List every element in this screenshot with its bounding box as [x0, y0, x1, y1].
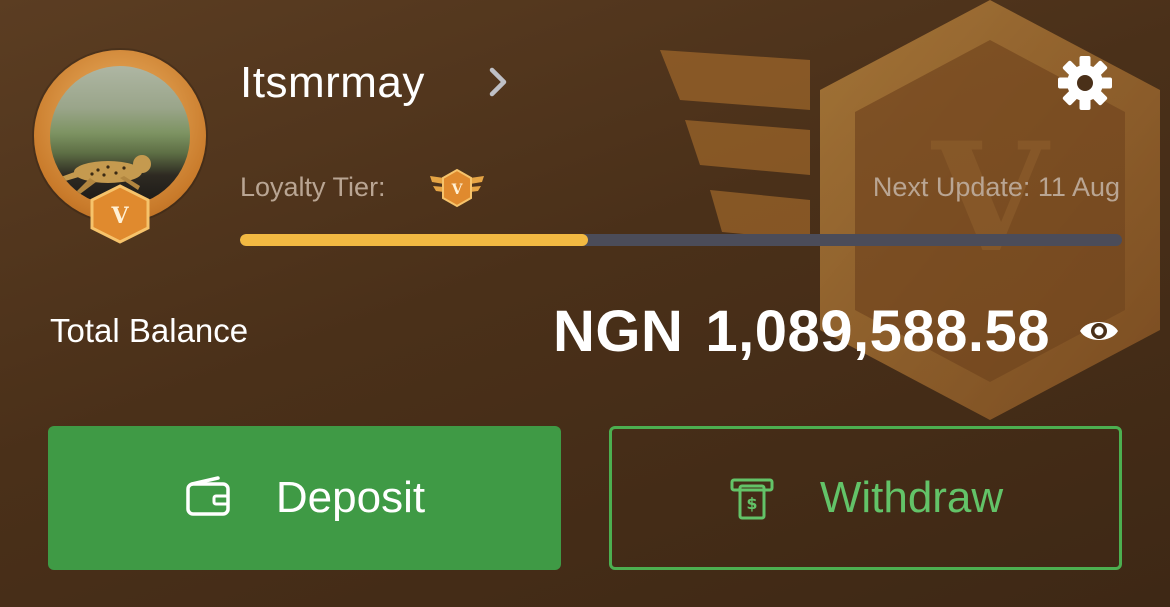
loyalty-progress-bar — [240, 234, 1122, 246]
eye-icon[interactable] — [1078, 314, 1120, 348]
chevron-right-icon[interactable] — [484, 66, 512, 98]
wallet-icon — [186, 476, 230, 516]
svg-text:V: V — [451, 182, 464, 198]
loyalty-progress-fill — [240, 234, 589, 246]
next-update-text: Next Update: 11 Aug — [872, 172, 1120, 202]
balance-amount: 1,089,588.58 — [705, 299, 1050, 364]
username[interactable]: Itsmrmay — [240, 58, 425, 108]
total-balance-label: Total Balance — [50, 312, 249, 349]
svg-text:V: V — [110, 203, 129, 229]
avatar-tier-badge-icon: V — [90, 184, 150, 244]
loyalty-tier-label: Loyalty Tier: — [240, 172, 386, 202]
deposit-label: Deposit — [275, 473, 426, 522]
tier-badge-icon[interactable]: V — [428, 168, 486, 210]
cash-withdraw-icon: $ — [730, 478, 774, 520]
gear-icon[interactable] — [1056, 54, 1114, 112]
total-balance-value: NGN 1,089,588.58 — [553, 298, 1050, 365]
withdraw-label: Withdraw — [819, 473, 1004, 522]
balance-currency: NGN — [552, 299, 684, 364]
svg-text:$: $ — [746, 494, 757, 513]
withdraw-button[interactable]: $ Withdraw — [609, 426, 1122, 570]
deposit-button[interactable]: Deposit — [48, 426, 561, 570]
